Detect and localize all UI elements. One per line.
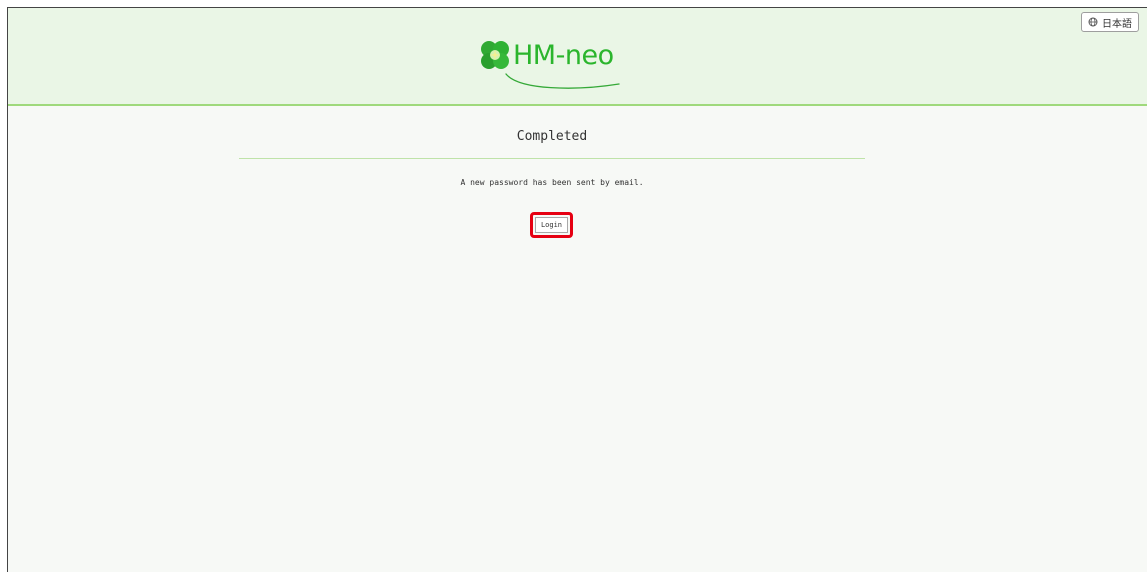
globe-icon bbox=[1088, 17, 1098, 27]
logo-swoosh bbox=[505, 73, 620, 89]
header: 日本語 HM-neo bbox=[8, 8, 1147, 106]
title-divider bbox=[239, 158, 865, 159]
page-title: Completed bbox=[516, 129, 588, 144]
completion-message: A new password has been sent by email. bbox=[460, 178, 644, 187]
language-switch-button[interactable]: 日本語 bbox=[1081, 12, 1139, 32]
login-button[interactable]: Login bbox=[530, 212, 573, 238]
page: 日本語 HM-neo Completed A new password has … bbox=[7, 7, 1147, 572]
hm-neo-logo: HM-neo bbox=[477, 36, 637, 92]
language-button-label: 日本語 bbox=[1102, 18, 1132, 30]
login-button-label: Login bbox=[535, 217, 568, 233]
